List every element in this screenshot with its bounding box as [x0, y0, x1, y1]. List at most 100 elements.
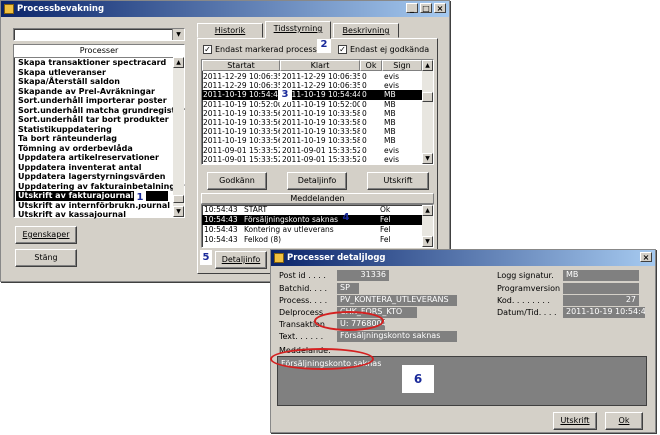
message-row[interactable]: 10:54:43 Felkod (8) Fel: [202, 235, 422, 245]
run-row[interactable]: 2011-10-19 10:54:43 2011-10-19 10:54:44 0 M…: [202, 90, 422, 100]
programversion-label: Programversion: [497, 284, 561, 293]
process-item[interactable]: Skapa transaktioner spectracard: [16, 58, 168, 68]
only-marked-checkbox[interactable]: ✓ Endast markerad process: [203, 45, 317, 54]
run-cell-started: 2011-10-19 10:33:56: [203, 108, 280, 118]
message-row[interactable]: 10:54:43 START Ok: [202, 205, 422, 215]
run-cell-started: 2011-10-19 10:33:56: [203, 117, 280, 127]
header-sign[interactable]: Sign: [382, 60, 422, 71]
run-cell-started: 2011-10-19 10:33:56: [203, 136, 280, 146]
scroll-down-icon[interactable]: ▼: [173, 206, 184, 217]
scroll-thumb[interactable]: [422, 92, 433, 102]
process-item[interactable]: Utskrift av kassajournal: [16, 210, 168, 220]
run-cell-sign: MB: [384, 108, 396, 118]
kod-field: 27: [563, 295, 639, 306]
process-item[interactable]: Skapa/Återställ saldon: [16, 77, 168, 87]
header-started[interactable]: Startat: [202, 60, 280, 71]
process-field: PV_KONTERA_UTLEVERANS: [337, 295, 457, 306]
egenskaper-label: Egenskaper: [22, 230, 70, 239]
run-cell-finished: 2011-10-19 10:52:00: [282, 99, 360, 109]
detail-log-window: Processer detaljlogg × Post id . . . . 3…: [270, 249, 656, 433]
messages-scrollbar[interactable]: ▲ ▼: [422, 205, 433, 247]
scroll-down-icon[interactable]: ▼: [422, 153, 433, 164]
detaljinfo-message-label: Detaljinfo: [221, 255, 261, 264]
process-item[interactable]: Uppdatera artikelreservationer: [16, 153, 168, 163]
process-item[interactable]: Sort.underhåll matcha grundregister: [16, 106, 185, 116]
process-item[interactable]: Uppdatera lagerstyrningsvärden: [16, 172, 168, 182]
process-item[interactable]: Statistikuppdatering: [16, 125, 168, 135]
only-unapproved-label: Endast ej godkända: [350, 45, 430, 54]
godkann-button[interactable]: Godkänn: [207, 172, 267, 190]
process-item[interactable]: Sort.underhåll importerar poster: [16, 96, 168, 106]
messages-header: Meddelanden: [201, 193, 434, 204]
detaljinfo-button[interactable]: Detaljinfo: [287, 172, 347, 190]
run-cell-started: 2011-10-19 10:52:00: [203, 99, 280, 109]
process-item[interactable]: Uppdatera inventerat antal: [16, 163, 168, 173]
run-cell-ok: 0: [362, 90, 367, 100]
run-row[interactable]: 2011-10-19 10:33:56 2011-10-19 10:33:58 0 M…: [202, 136, 422, 145]
scroll-up-icon[interactable]: ▲: [422, 60, 433, 71]
process-scrollbar[interactable]: ▲ ▼: [173, 57, 184, 217]
process-item[interactable]: Tömning av orderbevlåda: [16, 144, 168, 154]
programversion-field: [563, 283, 639, 294]
run-cell-sign: MB: [384, 136, 396, 146]
godkann-label: Godkänn: [219, 176, 255, 185]
egenskaper-button[interactable]: Egenskaper: [15, 226, 77, 244]
run-row[interactable]: 2011-12-29 10:06:35 2011-12-29 10:06:35 0 e…: [202, 81, 422, 90]
close-icon[interactable]: ×: [640, 252, 652, 262]
run-row[interactable]: 2011-09-01 15:33:52 2011-09-01 15:33:52 0 e…: [202, 155, 422, 164]
stang-button[interactable]: Stäng: [15, 249, 77, 267]
process-item[interactable]: Skapa utleveranser: [16, 68, 168, 78]
detail-utskrift-button[interactable]: Utskrift: [553, 412, 597, 430]
scroll-up-icon[interactable]: ▲: [173, 57, 184, 68]
detaljinfo-message-button[interactable]: Detaljinfo: [215, 251, 267, 269]
header-finished[interactable]: Klart: [280, 60, 360, 71]
process-rows: Skapa transaktioner spectracard Skapa utl…: [14, 58, 185, 220]
annotation-5: 5: [200, 250, 212, 265]
scroll-down-icon[interactable]: ▼: [422, 236, 433, 247]
process-item[interactable]: Ta bort ränteunderlag: [16, 134, 168, 144]
run-cell-started: 2011-10-19 10:33:56: [203, 127, 280, 137]
batchid-field: SP: [337, 283, 359, 294]
run-cell-finished: 2011-12-29 10:06:35: [282, 72, 360, 81]
message-cell-status: Ok: [380, 205, 391, 214]
detail-titlebar[interactable]: Processer detaljlogg ×: [271, 250, 655, 266]
message-row[interactable]: 10:54:43 Kontering av utleverans Fel: [202, 225, 422, 235]
kod-label: Kod. . . . . . . .: [497, 296, 550, 305]
message-row[interactable]: 10:54:43 Försäljningskonto saknas Fel: [202, 215, 422, 225]
process-item[interactable]: Sort.underhåll tar bort produkter: [16, 115, 169, 125]
run-cell-finished: 2011-09-01 15:33:52: [282, 145, 360, 155]
utskrift-button[interactable]: Utskrift: [367, 172, 429, 190]
runs-scrollbar[interactable]: ▲ ▼: [422, 60, 433, 164]
check-icon[interactable]: ✓: [338, 45, 347, 54]
minimize-icon[interactable]: _: [406, 3, 418, 13]
chevron-down-icon[interactable]: ▼: [172, 29, 184, 40]
delprocess-label: Delprocess: [279, 308, 324, 317]
check-icon[interactable]: ✓: [203, 45, 212, 54]
header-ok[interactable]: Ok: [360, 60, 382, 71]
tab-beskrivning[interactable]: Beskrivning: [333, 23, 399, 38]
detail-window-title: Processer detaljlogg: [287, 253, 386, 263]
run-cell-ok: 0: [362, 117, 367, 127]
run-row[interactable]: 2011-10-19 10:33:56 2011-10-19 10:33:58 0 M…: [202, 109, 422, 118]
run-row[interactable]: 2011-12-29 10:06:35 2011-12-29 10:06:35 0 e…: [202, 72, 422, 81]
run-row[interactable]: 2011-10-19 10:33:56 2011-10-19 10:33:58 0 M…: [202, 127, 422, 136]
run-row[interactable]: 2011-10-19 10:33:56 2011-10-19 10:33:58 0 M…: [202, 118, 422, 127]
messages-list: 10:54:43 START Ok 10:54:43 Försäljningskonto…: [201, 204, 434, 248]
scroll-thumb[interactable]: [173, 195, 184, 203]
close-icon[interactable]: ×: [434, 3, 446, 13]
detail-ok-button[interactable]: Ok: [605, 412, 643, 430]
main-titlebar[interactable]: Processbevakning _ □ ×: [1, 1, 449, 17]
scroll-up-icon[interactable]: ▲: [422, 205, 433, 216]
filter-dropdown[interactable]: ▼: [13, 28, 185, 41]
run-cell-ok: 0: [362, 72, 367, 81]
run-row[interactable]: 2011-10-19 10:52:00 2011-10-19 10:52:00 0 M…: [202, 100, 422, 109]
run-row[interactable]: 2011-09-01 15:33:52 2011-09-01 15:33:52 0 e…: [202, 146, 422, 155]
tab-tidsstyrning[interactable]: Tidsstyrning: [265, 21, 331, 39]
processes-header: Processer: [14, 45, 184, 58]
process-item[interactable]: Uppdatering av fakturainbetalningar: [16, 182, 184, 192]
tab-historik[interactable]: Historik: [197, 23, 263, 38]
only-unapproved-checkbox[interactable]: ✓ Endast ej godkända: [338, 45, 429, 54]
maximize-icon[interactable]: □: [420, 3, 432, 13]
process-item[interactable]: Skapande av Prel-Avräkningar: [16, 87, 168, 97]
run-cell-sign: evis: [384, 81, 400, 91]
